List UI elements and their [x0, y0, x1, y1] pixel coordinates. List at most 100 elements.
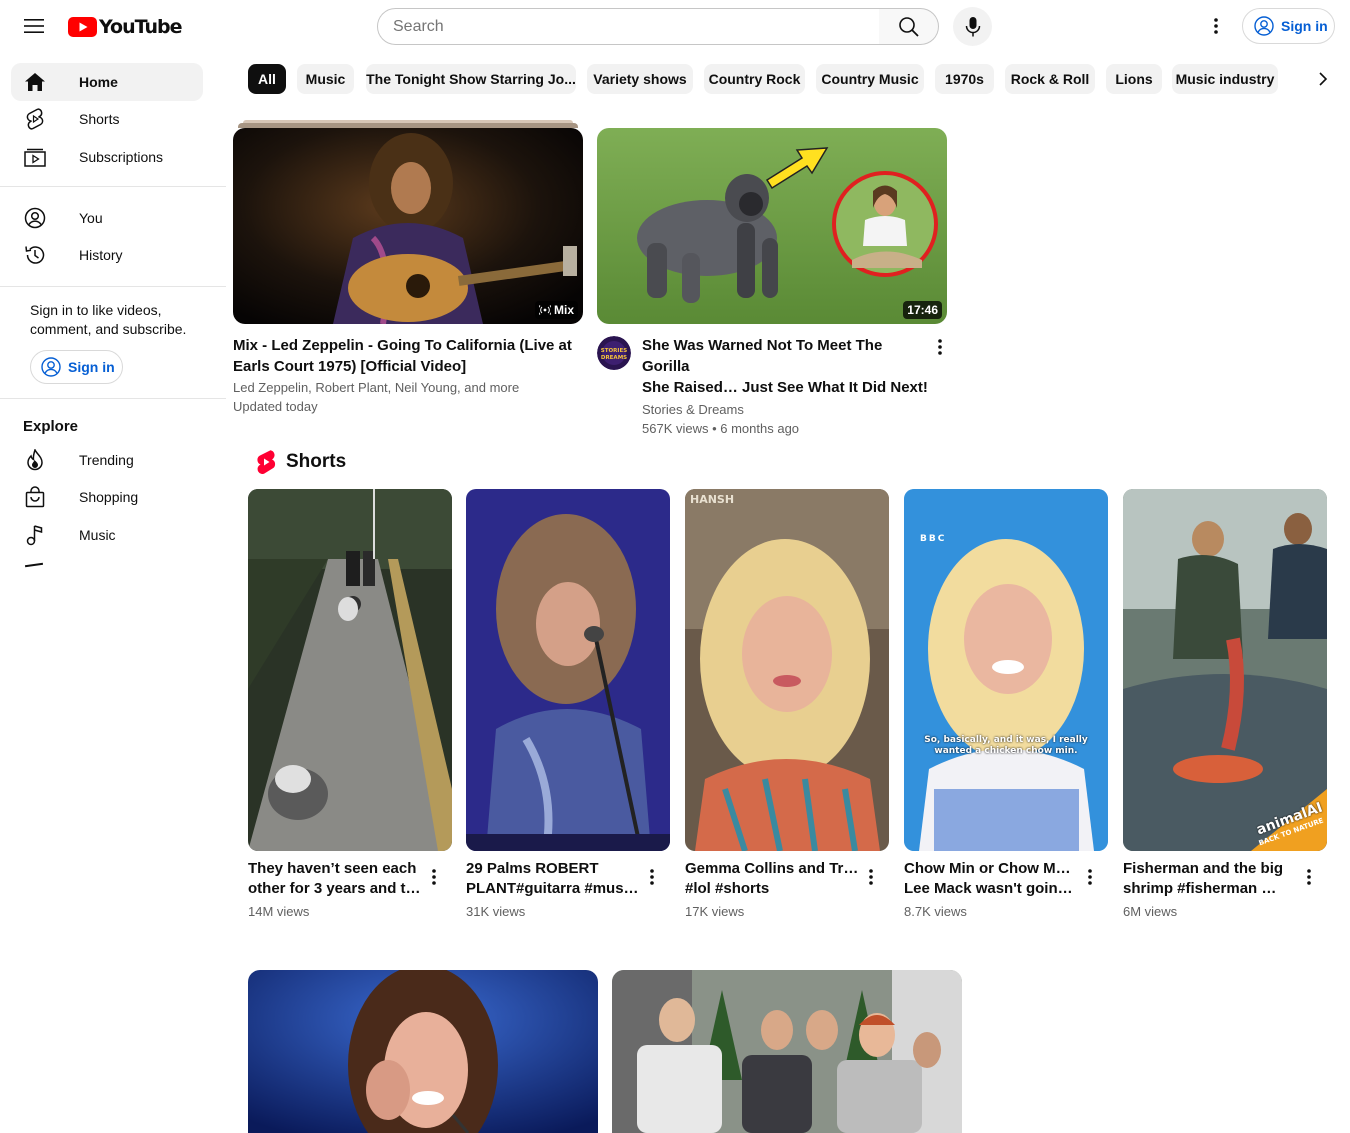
- svg-text:STORIES: STORIES: [601, 348, 627, 354]
- video-title-line: Mix - Led Zeppelin - Going To California…: [233, 337, 572, 354]
- search-box[interactable]: [377, 8, 880, 45]
- short-thumbnail[interactable]: HANSH: [685, 489, 889, 851]
- video-title-line: She Raised… Just See What It Did Next!: [642, 379, 928, 396]
- chip-country-rock[interactable]: Country Rock: [704, 64, 805, 94]
- video-card[interactable]: 17:46 STORIES DREAMS She Was Warned Not …: [597, 128, 947, 436]
- video-thumbnail[interactable]: Mix: [233, 128, 583, 324]
- video-thumbnail[interactable]: [248, 970, 598, 1133]
- sidebar-item-subscriptions[interactable]: Subscriptions: [11, 138, 203, 176]
- video-thumbnail[interactable]: [612, 970, 962, 1133]
- shorts-icon: [23, 107, 47, 131]
- video-thumbnail[interactable]: 17:46: [597, 128, 947, 324]
- guide-menu-button[interactable]: [14, 6, 54, 46]
- voice-search-button[interactable]: [953, 7, 992, 46]
- video-card[interactable]: [248, 970, 598, 1133]
- chip-lions[interactable]: Lions: [1106, 64, 1162, 94]
- broadcaster-logo: BBC: [920, 534, 947, 544]
- video-menu-button[interactable]: [928, 335, 952, 359]
- signin-prompt-text: Sign in to like videos, comment, and sub…: [30, 302, 187, 337]
- chip-1970s[interactable]: 1970s: [935, 64, 994, 94]
- short-title[interactable]: Fisherman and the big shrimp #fisherman …: [1123, 859, 1297, 899]
- short-title-line: Gemma Collins and Trifle: [685, 860, 859, 877]
- short-thumbnail[interactable]: BBC So, basically, and it was, I really …: [904, 489, 1108, 851]
- short-views: 17K views: [685, 904, 745, 919]
- video-title-line: She Was Warned Not To Meet The Gorilla: [642, 337, 883, 375]
- video-details: She Was Warned Not To Meet The Gorilla S…: [642, 335, 932, 438]
- more-vertical-icon: [650, 869, 654, 885]
- hamburger-icon: [24, 19, 44, 33]
- channel-avatar[interactable]: STORIES DREAMS: [597, 336, 631, 370]
- history-icon: [23, 243, 47, 267]
- microphone-icon: [965, 16, 980, 36]
- short-views: 14M views: [248, 904, 310, 919]
- channel-name[interactable]: Stories & Dreams: [642, 400, 932, 419]
- short-card[interactable]: 29 Palms ROBERT PLANT#guitarra #musi… 31…: [466, 489, 670, 919]
- sidebar-item-label: Music: [79, 527, 116, 543]
- sidebar-item-you[interactable]: You: [11, 199, 203, 237]
- school-scene-thumbnail-art: [612, 970, 962, 1133]
- short-menu-button[interactable]: [1297, 865, 1321, 889]
- short-title[interactable]: 29 Palms ROBERT PLANT#guitarra #musi…: [466, 859, 640, 899]
- sidebar-sign-in-button[interactable]: Sign in: [30, 350, 123, 384]
- short-card[interactable]: HANSH Gemma Collins and Trifle #lol #sho…: [685, 489, 889, 919]
- sidebar-item-label: Subscriptions: [79, 149, 164, 165]
- short-title-line: They haven’t seen each: [248, 860, 417, 877]
- short-title[interactable]: They haven’t seen each other for 3 years…: [248, 859, 422, 899]
- sidebar-item-label: Home: [79, 74, 118, 90]
- short-card[interactable]: animalAI BACK TO NATURE Fisherman and th…: [1123, 489, 1327, 919]
- chip-country-music[interactable]: Country Music: [816, 64, 924, 94]
- sidebar-item-label: History: [79, 247, 123, 263]
- chip-variety-shows[interactable]: Variety shows: [587, 64, 693, 94]
- sidebar-item-trending[interactable]: Trending: [11, 441, 203, 479]
- header-sign-in-button[interactable]: Sign in: [1242, 8, 1335, 44]
- sidebar-sign-in-label: Sign in: [68, 359, 115, 375]
- sidebar-item-label: Trending: [79, 452, 134, 468]
- short-menu-button[interactable]: [422, 865, 446, 889]
- mix-badge: Mix: [534, 301, 578, 319]
- chips-next-button[interactable]: [1306, 62, 1340, 96]
- chip-music-industry[interactable]: Music industry: [1172, 64, 1278, 94]
- short-views: 31K views: [466, 904, 526, 919]
- sidebar-item-shopping[interactable]: Shopping: [11, 478, 203, 516]
- fisherman-thumbnail-art: [1123, 489, 1327, 851]
- sidebar-item-home[interactable]: Home: [11, 63, 203, 101]
- video-card[interactable]: [612, 970, 962, 1133]
- chip-all[interactable]: All: [248, 64, 286, 94]
- chip-tonight-show[interactable]: The Tonight Show Starring Jo...: [366, 64, 576, 94]
- sidebar-item-music[interactable]: Music: [11, 516, 203, 554]
- short-menu-button[interactable]: [859, 865, 883, 889]
- sidebar-item-label: You: [79, 210, 103, 226]
- sidebar-divider: [0, 398, 226, 399]
- short-thumbnail[interactable]: [466, 489, 670, 851]
- shorts-shelf-title: Shorts: [286, 451, 347, 472]
- video-title[interactable]: She Was Warned Not To Meet The Gorilla S…: [642, 335, 932, 398]
- broadcast-icon: [538, 305, 551, 315]
- short-card[interactable]: BBC So, basically, and it was, I really …: [904, 489, 1108, 919]
- short-title[interactable]: Chow Min or Chow Mein? Lee Mack wasn't g…: [904, 859, 1078, 899]
- video-card[interactable]: Mix Mix - Led Zeppelin - Going To Califo…: [233, 120, 583, 414]
- video-title[interactable]: Mix - Led Zeppelin - Going To California…: [233, 335, 583, 377]
- sidebar-item-history[interactable]: History: [11, 236, 203, 274]
- short-thumbnail[interactable]: animalAI BACK TO NATURE: [1123, 489, 1327, 851]
- short-menu-button[interactable]: [1078, 865, 1102, 889]
- short-thumbnail[interactable]: [248, 489, 452, 851]
- more-vertical-icon: [1214, 18, 1218, 34]
- short-title-line: #lol #shorts: [685, 880, 770, 897]
- youtube-logo[interactable]: YouTube: [68, 14, 182, 40]
- caption-line: wanted a chicken chow min.: [934, 746, 1078, 756]
- more-vertical-icon: [432, 869, 436, 885]
- short-menu-button[interactable]: [640, 865, 664, 889]
- search-input[interactable]: [393, 17, 879, 36]
- chip-rock-and-roll[interactable]: Rock & Roll: [1005, 64, 1095, 94]
- chip-music[interactable]: Music: [297, 64, 354, 94]
- settings-more-button[interactable]: [1198, 8, 1234, 44]
- channel-logo-icon: STORIES DREAMS: [597, 336, 631, 370]
- sidebar-item-shorts[interactable]: Shorts: [11, 100, 203, 138]
- short-title-line: PLANT#guitarra #musi…: [466, 880, 640, 897]
- chevron-right-icon: [1319, 72, 1328, 86]
- short-title[interactable]: Gemma Collins and Trifle #lol #shorts: [685, 859, 859, 899]
- short-card[interactable]: They haven’t seen each other for 3 years…: [248, 489, 452, 919]
- more-vertical-icon: [938, 339, 942, 355]
- search-button[interactable]: [879, 8, 939, 45]
- video-channels[interactable]: Led Zeppelin, Robert Plant, Neil Young, …: [233, 378, 583, 397]
